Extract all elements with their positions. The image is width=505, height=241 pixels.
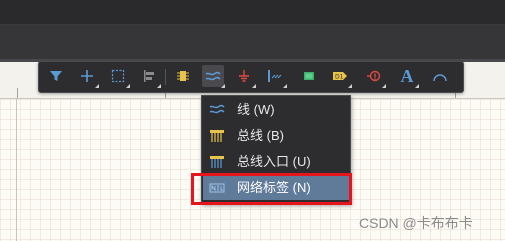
- ruler-tick: [17, 88, 18, 98]
- align-icon: [144, 70, 154, 82]
- net-label-icon: [209, 183, 225, 193]
- filter-button[interactable]: [45, 65, 67, 87]
- component-icon: [177, 71, 189, 81]
- menu-item-label: 总线 (B): [237, 128, 284, 143]
- select-rect-icon: [111, 69, 125, 83]
- menu-item-label: 线 (W): [237, 102, 275, 117]
- chip-icon: [304, 72, 314, 80]
- text-icon: A: [400, 66, 414, 86]
- port-icon: D1: [333, 72, 347, 81]
- chip-button[interactable]: [298, 65, 320, 87]
- arc-icon: [433, 74, 447, 82]
- wire-button[interactable]: [202, 65, 225, 88]
- svg-text:D1: D1: [335, 74, 344, 81]
- dropdown-arrow-icon: [126, 84, 130, 88]
- place-part-button[interactable]: [172, 65, 194, 87]
- dropdown-arrow-icon: [157, 84, 161, 88]
- crosshair-plus-icon: [81, 70, 93, 82]
- menu-item-bus-entry[interactable]: 总线入口 (U): [203, 150, 349, 174]
- dropdown-arrow-icon: [252, 84, 256, 88]
- select-button[interactable]: [107, 65, 130, 88]
- active-bar-toolbar: D1 A: [38, 61, 464, 93]
- bus-icon: [210, 130, 224, 142]
- dropdown-arrow-icon: [95, 84, 99, 88]
- arc-button[interactable]: [429, 65, 451, 87]
- ground-icon: [239, 70, 249, 82]
- bus-entry-button[interactable]: [264, 65, 287, 88]
- watermark: CSDN @卡布布卡: [359, 215, 473, 231]
- text-button[interactable]: A: [396, 65, 419, 88]
- bus-entry-icon: [268, 70, 282, 82]
- menu-item-bus[interactable]: 总线 (B): [203, 124, 349, 148]
- dropdown-arrow-icon: [415, 84, 419, 88]
- tab-bar: [0, 25, 505, 59]
- menu-item-label: 总线入口 (U): [237, 154, 311, 169]
- bus-entry-icon: [210, 156, 224, 168]
- ground-button[interactable]: [233, 65, 256, 88]
- power-port-button[interactable]: [363, 65, 386, 88]
- menu-item-label: 网络标签 (N): [237, 180, 311, 195]
- title-bar: [0, 0, 505, 24]
- menu-item-net-label[interactable]: 网络标签 (N): [203, 176, 349, 200]
- toolbar-separator: [165, 69, 166, 85]
- align-button[interactable]: [138, 65, 161, 88]
- wire-dropdown-menu: 线 (W) 总线 (B) 总线入口 (U) 网络标签 (N): [201, 95, 351, 204]
- canvas-border: [16, 99, 17, 241]
- place-crosshair-button[interactable]: [76, 65, 99, 88]
- wire-icon: [205, 71, 221, 81]
- wire-icon: [209, 104, 225, 114]
- dropdown-arrow-icon: [382, 84, 386, 88]
- port-button[interactable]: D1: [329, 65, 352, 88]
- dropdown-arrow-icon: [283, 84, 287, 88]
- power-port-icon: [367, 70, 381, 82]
- menu-item-wire[interactable]: 线 (W): [203, 98, 349, 122]
- filter-icon: [50, 71, 62, 81]
- dropdown-arrow-icon: [221, 84, 225, 88]
- dropdown-arrow-icon: [348, 84, 352, 88]
